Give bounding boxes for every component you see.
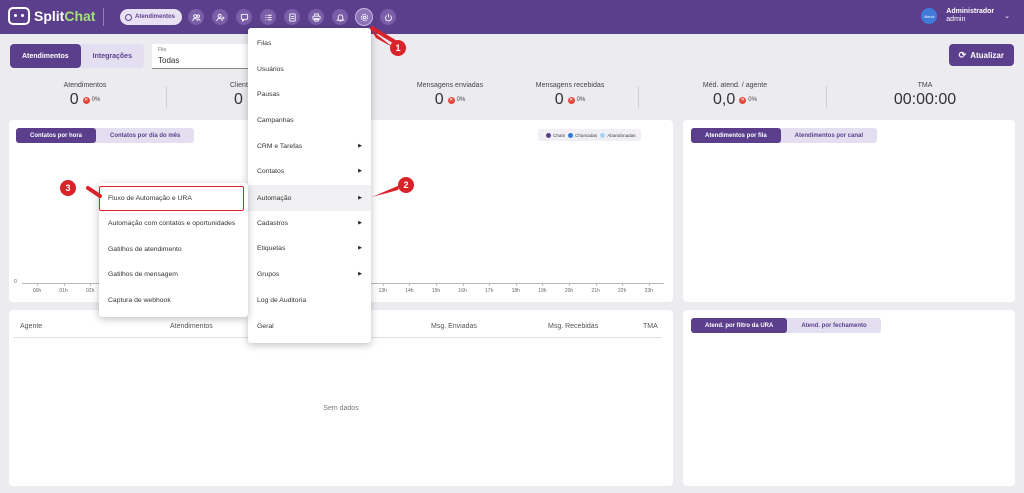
annotation-badge-2: 2	[398, 177, 414, 193]
arrow-step3	[86, 186, 102, 198]
annotation-arrows	[86, 26, 400, 198]
annotation-badge-3: 3	[60, 180, 76, 196]
annotation-badge-1: 1	[390, 40, 406, 56]
arrow-step2	[372, 185, 400, 197]
